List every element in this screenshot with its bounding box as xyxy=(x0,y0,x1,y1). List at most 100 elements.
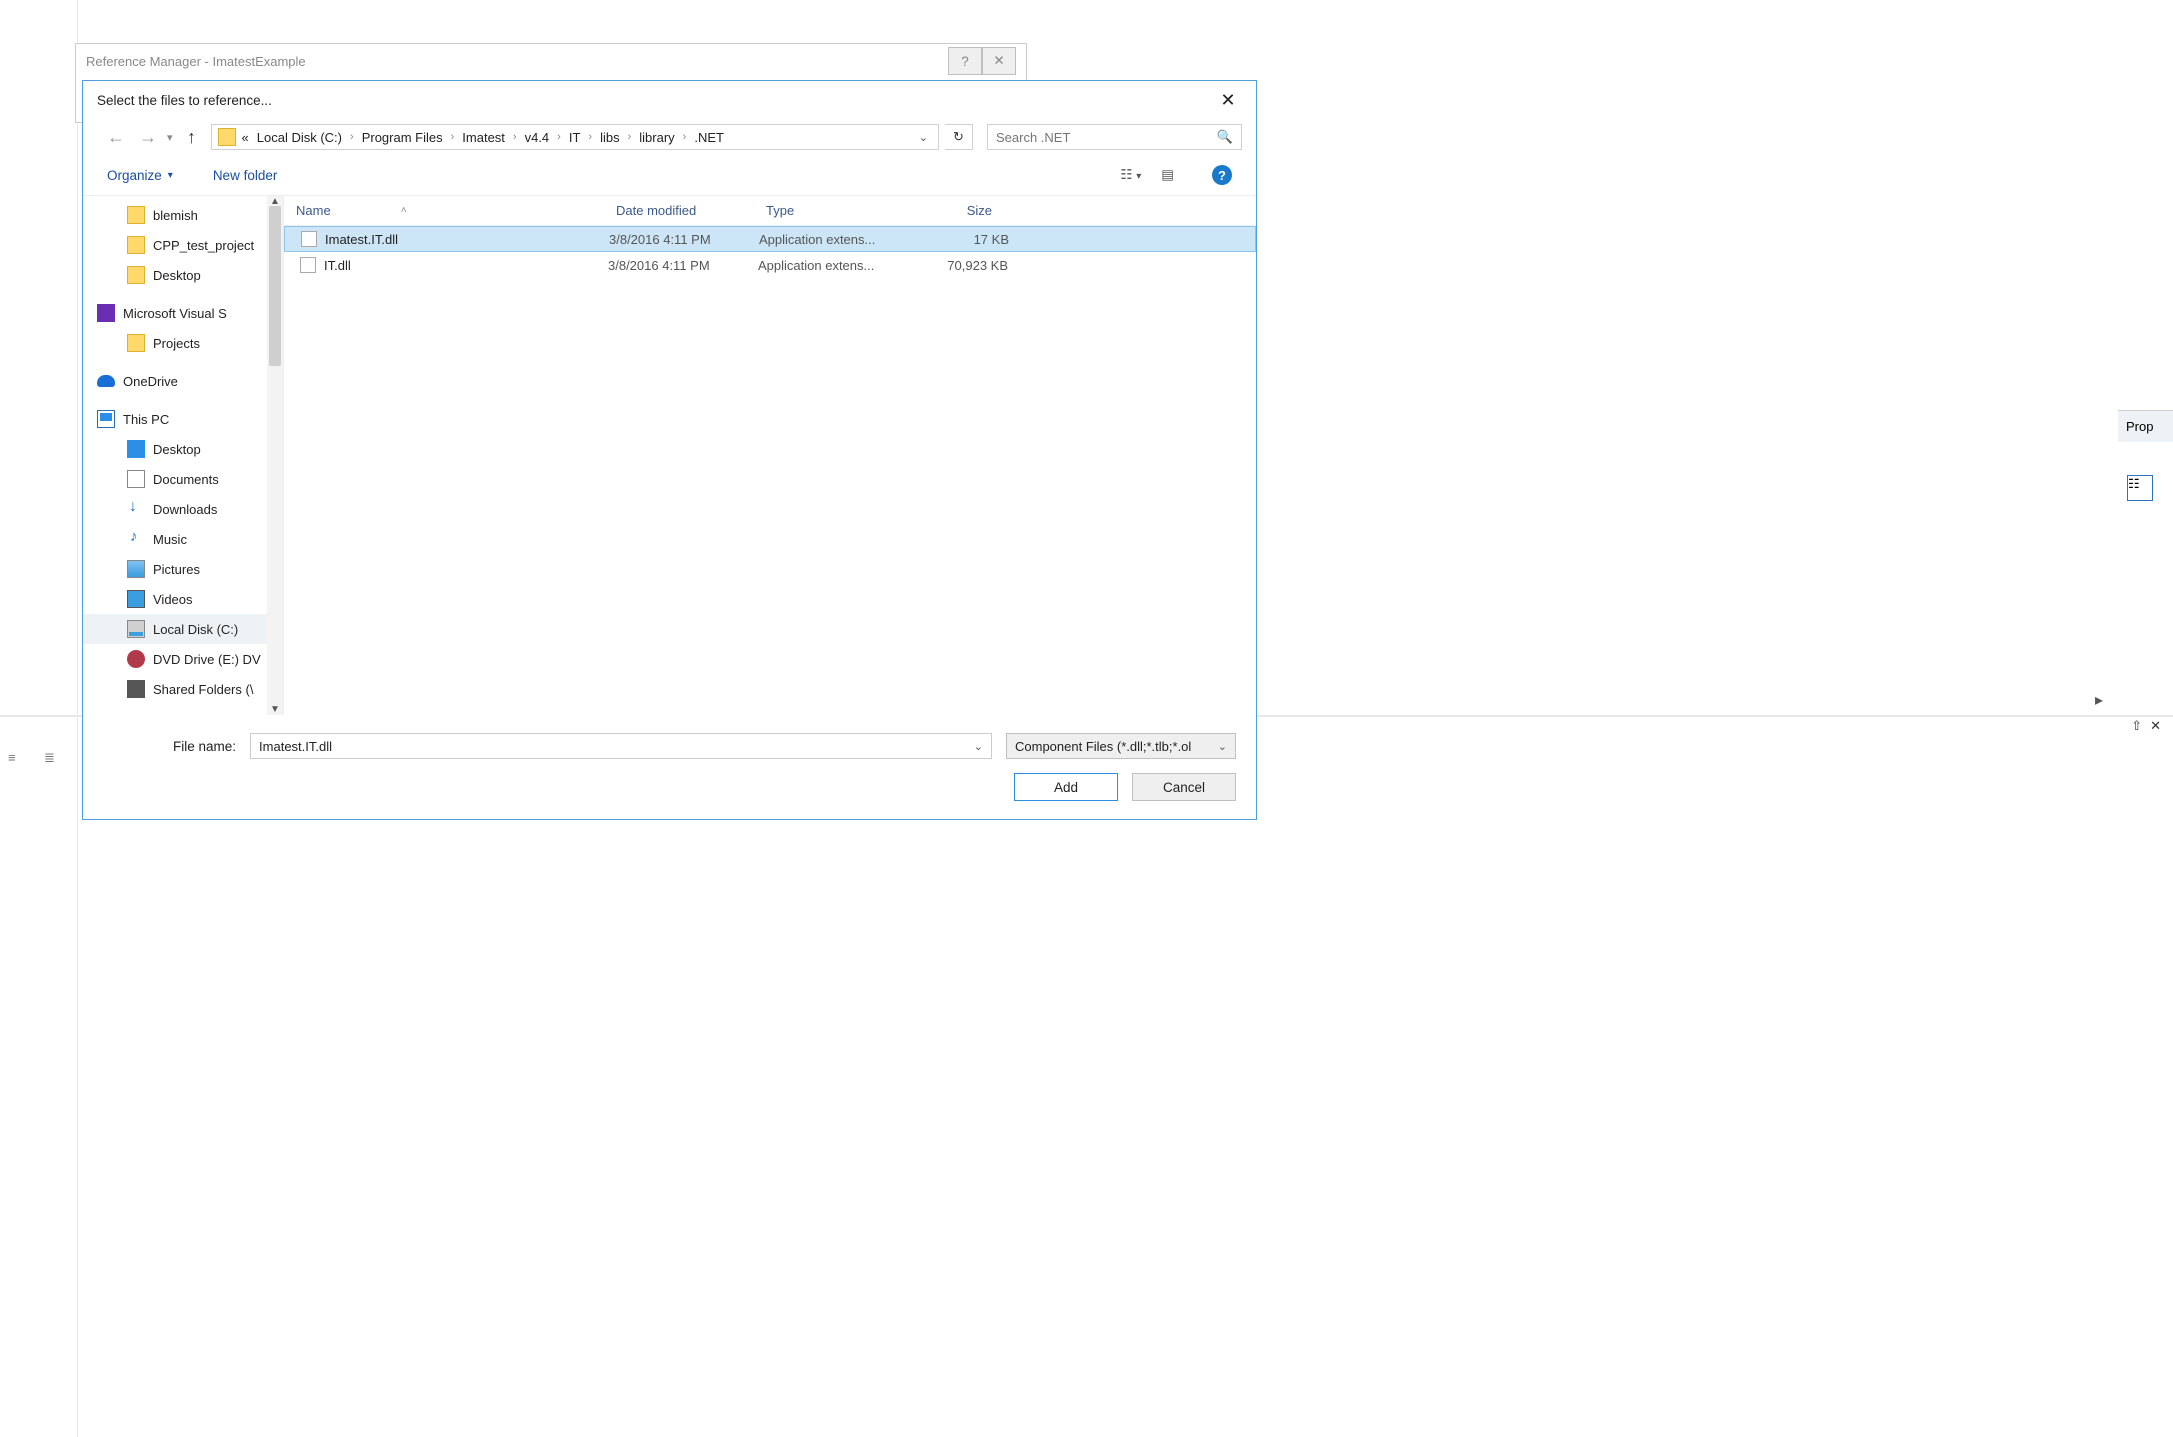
tree-item[interactable]: Local Disk (C:) xyxy=(83,614,283,644)
crumb[interactable]: libs xyxy=(598,130,622,145)
tree-item[interactable]: Desktop xyxy=(83,260,283,290)
mus-icon xyxy=(127,530,145,548)
address-dropdown-icon[interactable]: ⌄ xyxy=(915,131,932,144)
crumb[interactable]: library xyxy=(637,130,676,145)
tree-label: Shared Folders (\ xyxy=(153,682,253,697)
chevron-down-icon: ▾ xyxy=(168,170,173,181)
vs-icon xyxy=(97,304,115,322)
filetype-filter[interactable]: Component Files (*.dll;*.tlb;*.ol ⌄ xyxy=(1006,733,1236,759)
tree-label: blemish xyxy=(153,208,198,223)
tree-item[interactable]: Music xyxy=(83,524,283,554)
column-type[interactable]: Type xyxy=(754,203,904,218)
pc-icon xyxy=(97,410,115,428)
folder-icon xyxy=(127,236,145,254)
panel-close-icon[interactable]: ✕ xyxy=(2150,718,2161,734)
add-button[interactable]: Add xyxy=(1014,773,1118,801)
nav-forward-icon[interactable]: → xyxy=(135,124,161,150)
tree-item[interactable]: CPP_test_project xyxy=(83,230,283,260)
new-folder-button[interactable]: New folder xyxy=(213,168,278,183)
window-title: Reference Manager - ImatestExample xyxy=(86,54,306,69)
tree-label: Desktop xyxy=(153,268,201,283)
properties-icon[interactable]: ☷ xyxy=(2127,475,2153,501)
tree-item[interactable]: Documents xyxy=(83,464,283,494)
tree-item[interactable]: Pictures xyxy=(83,554,283,584)
help-button[interactable]: ? xyxy=(948,47,982,75)
filename-dropdown-icon[interactable]: ⌄ xyxy=(974,740,983,753)
tree-label: Documents xyxy=(153,472,219,487)
nav-up-icon[interactable]: ↑ xyxy=(179,124,205,150)
file-name: Imatest.IT.dll xyxy=(325,232,609,247)
tree-label: Microsoft Visual S xyxy=(123,306,227,321)
file-date: 3/8/2016 4:11 PM xyxy=(609,232,759,247)
address-bar[interactable]: « Local Disk (C:)› Program Files› Imates… xyxy=(211,124,939,150)
crumb[interactable]: Program Files xyxy=(360,130,445,145)
sort-asc-icon: ˄ xyxy=(401,205,407,216)
search-input[interactable] xyxy=(996,130,1217,145)
search-icon[interactable]: 🔍 xyxy=(1217,129,1233,145)
tree-label: Projects xyxy=(153,336,200,351)
outdent-icon[interactable]: ≡ xyxy=(8,750,28,770)
search-box[interactable]: 🔍 xyxy=(987,124,1242,150)
tree-label: Pictures xyxy=(153,562,200,577)
tree-item[interactable]: Projects xyxy=(83,328,283,358)
file-size: 70,923 KB xyxy=(908,258,1008,273)
indent-icon[interactable]: ≣ xyxy=(44,750,64,770)
file-row[interactable]: Imatest.IT.dll 3/8/2016 4:11 PM Applicat… xyxy=(284,226,1256,252)
doc-icon xyxy=(127,470,145,488)
tree-item[interactable]: Videos xyxy=(83,584,283,614)
file-row[interactable]: IT.dll 3/8/2016 4:11 PM Application exte… xyxy=(284,252,1256,278)
crumb-prefix: « xyxy=(240,130,251,145)
dialog-title: Select the files to reference... xyxy=(97,93,272,108)
organize-menu[interactable]: Organize ▾ xyxy=(107,168,173,183)
dl-icon xyxy=(127,500,145,518)
folder-icon xyxy=(127,266,145,284)
nav-tree[interactable]: blemish CPP_test_project Desktop Microsoft … xyxy=(83,196,283,715)
vid-icon xyxy=(127,590,145,608)
disk-icon xyxy=(127,620,145,638)
column-size[interactable]: Size xyxy=(904,203,1004,218)
tree-item[interactable]: This PC xyxy=(83,404,283,434)
filename-label: File name: xyxy=(173,739,236,754)
tree-label: Downloads xyxy=(153,502,217,517)
tree-item[interactable]: OneDrive xyxy=(83,366,283,396)
close-icon[interactable]: ✕ xyxy=(1214,90,1242,111)
tree-label: This PC xyxy=(123,412,169,427)
crumb[interactable]: IT xyxy=(567,130,583,145)
tree-item[interactable]: Microsoft Visual S xyxy=(83,298,283,328)
column-date[interactable]: Date modified xyxy=(604,203,754,218)
nav-recent-icon[interactable]: ▾ xyxy=(167,131,173,144)
filename-field[interactable]: ⌄ xyxy=(250,733,992,759)
folder-icon xyxy=(127,206,145,224)
pin-icon[interactable]: ⇧ xyxy=(2131,718,2142,734)
file-list[interactable]: Name ˄ Date modified Type Size Imatest.I… xyxy=(283,196,1256,715)
file-size: 17 KB xyxy=(909,232,1009,247)
tree-label: OneDrive xyxy=(123,374,178,389)
tree-item[interactable]: Desktop xyxy=(83,434,283,464)
preview-pane-icon[interactable]: ▤ xyxy=(1161,167,1174,183)
sf-icon xyxy=(127,680,145,698)
desk-icon xyxy=(127,440,145,458)
file-date: 3/8/2016 4:11 PM xyxy=(608,258,758,273)
tree-item[interactable]: DVD Drive (E:) DV xyxy=(83,644,283,674)
file-type: Application extens... xyxy=(759,232,909,247)
refresh-button[interactable]: ↻ xyxy=(945,124,973,150)
cancel-button[interactable]: Cancel xyxy=(1132,773,1236,801)
crumb[interactable]: Imatest xyxy=(460,130,507,145)
crumb[interactable]: v4.4 xyxy=(523,130,552,145)
tree-item[interactable]: Shared Folders (\ xyxy=(83,674,283,704)
close-button[interactable]: ✕ xyxy=(982,47,1016,75)
tree-item[interactable]: blemish xyxy=(83,200,283,230)
view-mode-icon[interactable]: ☷ ▾ xyxy=(1120,167,1141,183)
column-name[interactable]: Name ˄ xyxy=(284,203,604,218)
help-icon[interactable]: ? xyxy=(1212,165,1232,185)
folder-icon xyxy=(127,334,145,352)
scroll-right-icon[interactable]: ▸ xyxy=(2095,690,2103,710)
tree-scrollbar[interactable]: ▲ ▼ xyxy=(267,196,283,715)
crumb[interactable]: Local Disk (C:) xyxy=(255,130,344,145)
crumb[interactable]: .NET xyxy=(692,130,726,145)
tree-item[interactable]: Downloads xyxy=(83,494,283,524)
dll-icon xyxy=(300,257,316,273)
properties-tab[interactable]: Prop xyxy=(2118,410,2173,442)
filename-input[interactable] xyxy=(259,739,974,754)
nav-back-icon[interactable]: ← xyxy=(103,124,129,150)
